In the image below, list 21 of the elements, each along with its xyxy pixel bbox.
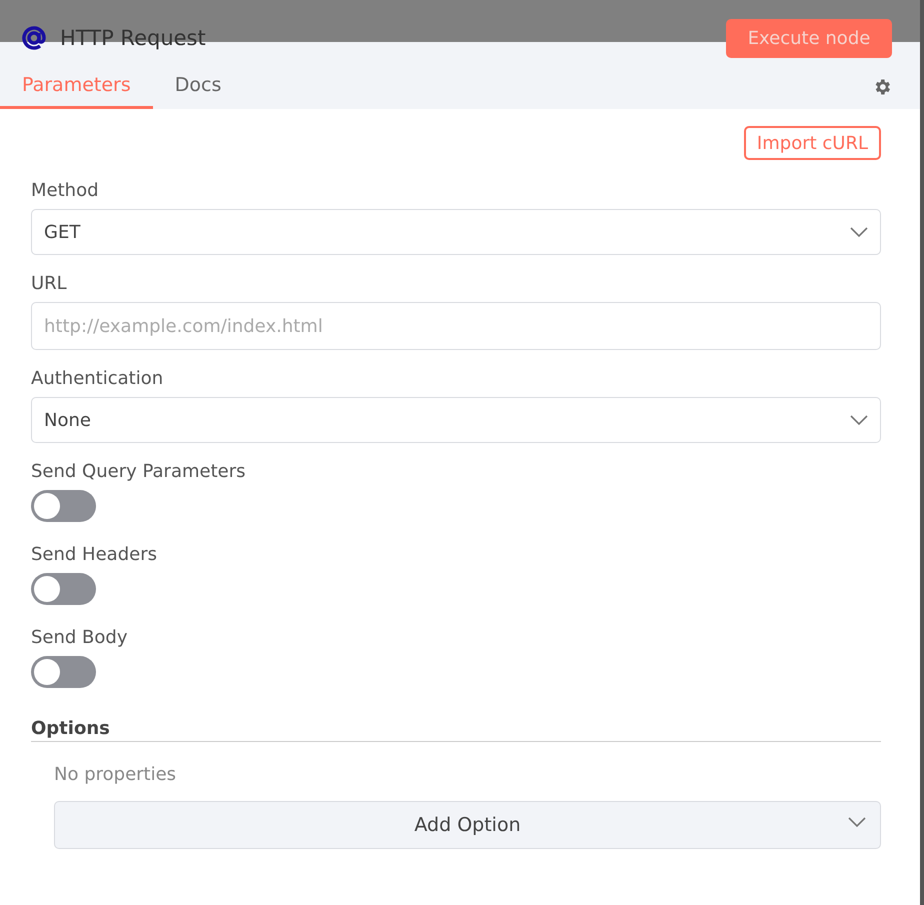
toggle-switch[interactable]: [31, 656, 96, 688]
field-label: Send Body: [31, 627, 128, 648]
input-field[interactable]: http://example.com/index.html: [31, 302, 881, 350]
caret-icon: [850, 414, 868, 426]
toggle-switch[interactable]: [31, 573, 96, 605]
caret-icon: [850, 226, 868, 238]
field-label: Send Query Parameters: [31, 461, 247, 482]
caret-icon: [848, 817, 866, 828]
import-curl-button[interactable]: Import cURL: [744, 126, 881, 160]
field-label: Method: [31, 180, 100, 201]
section-title: Options: [31, 718, 881, 742]
select-field[interactable]: GET: [31, 209, 881, 255]
field-label: Send Headers: [31, 544, 158, 565]
at-sign-icon: [20, 24, 48, 52]
field-label: URL: [31, 273, 68, 294]
tab[interactable]: Docs: [152, 74, 244, 109]
toggle-switch[interactable]: [31, 490, 96, 522]
select-field[interactable]: None: [31, 397, 881, 443]
add-option-button[interactable]: Add Option: [54, 801, 881, 849]
field-label: Authentication: [31, 368, 164, 389]
empty-text: No properties: [54, 764, 178, 785]
